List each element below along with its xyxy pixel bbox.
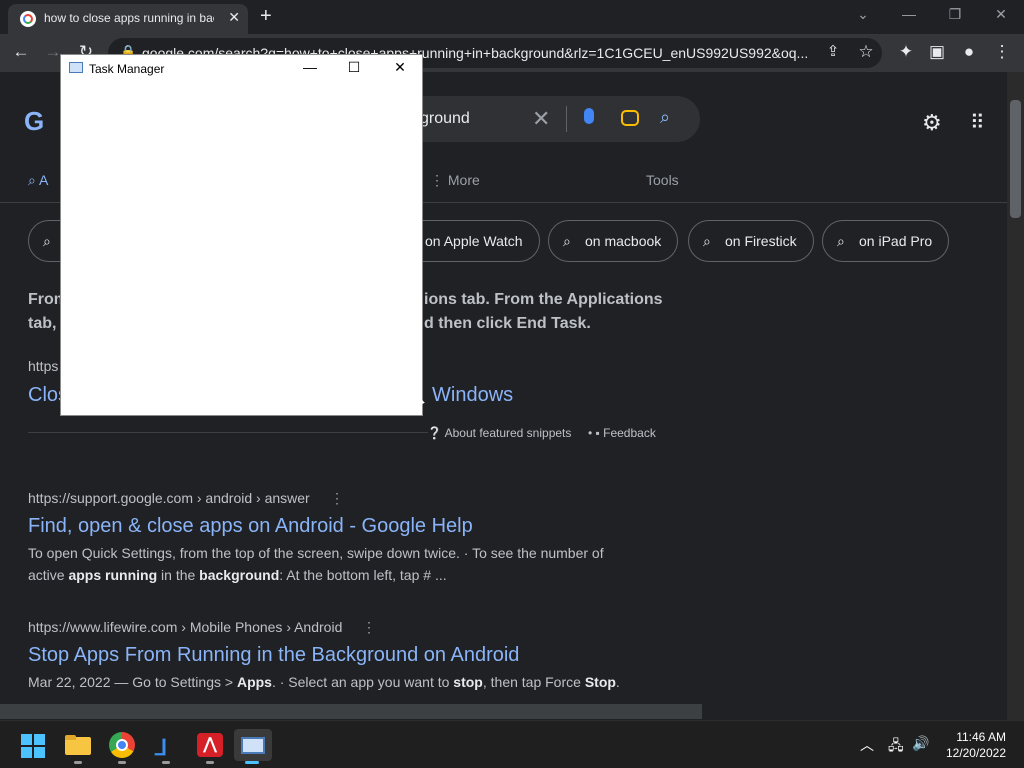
chrome-icon[interactable]: [106, 729, 138, 761]
snippet-cite[interactable]: https: [28, 358, 58, 374]
volume-icon[interactable]: 🔊: [912, 735, 929, 752]
task-manager-taskbar-icon[interactable]: [234, 729, 272, 761]
snippet-text-right-2: d then click End Task.: [424, 315, 591, 332]
tm-maximize-icon[interactable]: ☐: [339, 59, 369, 76]
tab-more[interactable]: ⋮ More: [430, 172, 480, 189]
back-icon[interactable]: ←: [10, 42, 32, 62]
windows-taskbar: ⅃ ⋀ ︿ 🖧 🔊 11:46 AM 12/20/2022: [0, 720, 1024, 768]
search-box[interactable]: ground ✕ ⌕: [400, 96, 700, 142]
tab-all[interactable]: ⌕ A: [28, 172, 48, 189]
google-logo[interactable]: G: [24, 106, 44, 137]
start-windows-icon[interactable]: [18, 729, 50, 761]
tray-overflow-icon[interactable]: ︿: [860, 735, 874, 755]
search-small-icon: ⌕: [28, 172, 39, 188]
search-query-text[interactable]: ground: [420, 110, 470, 128]
task-manager-icon: [69, 62, 83, 73]
system-clock[interactable]: 11:46 AM 12/20/2022: [944, 729, 1006, 761]
chip-search-icon: ⌕: [563, 233, 571, 249]
network-icon[interactable]: 🖧: [888, 735, 904, 759]
lens-search-icon[interactable]: [621, 110, 639, 126]
result-cite[interactable]: https://www.lifewire.com › Mobile Phones…: [28, 619, 342, 635]
result-description: Mar 22, 2022 — Go to Settings > Apps. · …: [28, 674, 620, 690]
chip-macbook[interactable]: ⌕ on macbook: [548, 220, 679, 262]
task-manager-title: Task Manager: [89, 62, 165, 76]
taskbar-indicator: [118, 761, 126, 764]
more-dots-icon: ⋮: [430, 172, 448, 188]
snippet-divider: [28, 432, 428, 433]
window-minimize-icon[interactable]: —: [894, 6, 924, 22]
profile-icon[interactable]: ●: [958, 42, 980, 62]
taskbar-active-indicator: [245, 761, 259, 764]
search-divider: [566, 106, 567, 132]
chip-search-icon: ⌕: [837, 233, 845, 249]
task-manager-titlebar[interactable]: Task Manager — ☐ ✕: [61, 55, 422, 83]
app-blue-icon[interactable]: ⅃: [150, 729, 182, 761]
google-favicon-icon: [20, 11, 36, 27]
chip-firestick[interactable]: ⌕ on Firestick: [688, 220, 814, 262]
tm-minimize-icon[interactable]: —: [295, 59, 325, 75]
tab-tools[interactable]: Tools: [646, 172, 679, 188]
browser-titlebar: how to close apps running in background …: [0, 0, 1024, 34]
google-apps-icon[interactable]: ⠿: [970, 110, 985, 135]
help-circle-icon: ❔: [427, 426, 445, 440]
extensions-icon[interactable]: ✦: [895, 42, 917, 62]
tab-close-icon[interactable]: ✕: [228, 9, 240, 26]
taskbar-indicator: [74, 761, 82, 764]
chip-ipad-pro[interactable]: ⌕ on iPad Pro: [822, 220, 950, 262]
result-more-icon[interactable]: ⋮: [362, 619, 376, 636]
avira-icon[interactable]: ⋀: [194, 729, 226, 761]
task-manager-window[interactable]: Task Manager — ☐ ✕: [60, 54, 423, 416]
taskbar-indicator: [162, 761, 170, 764]
clear-search-icon[interactable]: ✕: [532, 106, 550, 132]
chrome-menu-icon[interactable]: ⋮: [991, 42, 1013, 62]
result-title[interactable]: Stop Apps From Running in the Background…: [28, 644, 519, 667]
feedback-link[interactable]: • ▪ Feedback: [588, 426, 656, 440]
taskbar-indicator: [206, 761, 214, 764]
horizontal-scroll-thumb[interactable]: [0, 704, 702, 719]
tab-search-dropdown-icon[interactable]: ⌄: [848, 6, 878, 23]
chip-search-icon: ⌕: [703, 233, 711, 249]
chip-search-icon: ⌕: [43, 233, 51, 249]
feedback-icon: • ▪: [588, 426, 604, 440]
settings-gear-icon[interactable]: ⚙: [922, 110, 942, 136]
side-panel-icon[interactable]: ▣: [926, 42, 948, 62]
window-close-icon[interactable]: ✕: [986, 6, 1016, 23]
clock-date: 12/20/2022: [945, 746, 1006, 760]
snippet-text-left-2: tab,: [28, 315, 57, 332]
snippet-text-right-1: ions tab. From the Applications: [424, 291, 663, 308]
tm-close-icon[interactable]: ✕: [385, 59, 415, 76]
clock-time: 11:46 AM: [956, 730, 1006, 744]
result-cite[interactable]: https://support.google.com › android › a…: [28, 490, 310, 506]
file-explorer-icon[interactable]: [62, 729, 94, 761]
browser-tab[interactable]: how to close apps running in background …: [8, 4, 248, 34]
bookmark-star-icon[interactable]: ☆: [855, 42, 877, 62]
share-icon[interactable]: ⇪: [822, 42, 844, 60]
voice-search-icon[interactable]: [584, 108, 594, 124]
snippet-title-right[interactable]: Windows: [432, 384, 513, 407]
vertical-scroll-thumb[interactable]: [1010, 100, 1021, 218]
search-submit-icon[interactable]: ⌕: [660, 107, 670, 128]
result-title[interactable]: Find, open & close apps on Android - Goo…: [28, 515, 473, 538]
result-description: To open Quick Settings, from the top of …: [28, 545, 604, 583]
result-more-icon[interactable]: ⋮: [330, 490, 344, 507]
new-tab-icon[interactable]: +: [260, 5, 272, 28]
about-snippets-link[interactable]: ❔ About featured snippets: [427, 426, 571, 440]
tab-title: how to close apps running in background: [44, 11, 214, 25]
window-restore-icon[interactable]: ❐: [940, 6, 970, 23]
